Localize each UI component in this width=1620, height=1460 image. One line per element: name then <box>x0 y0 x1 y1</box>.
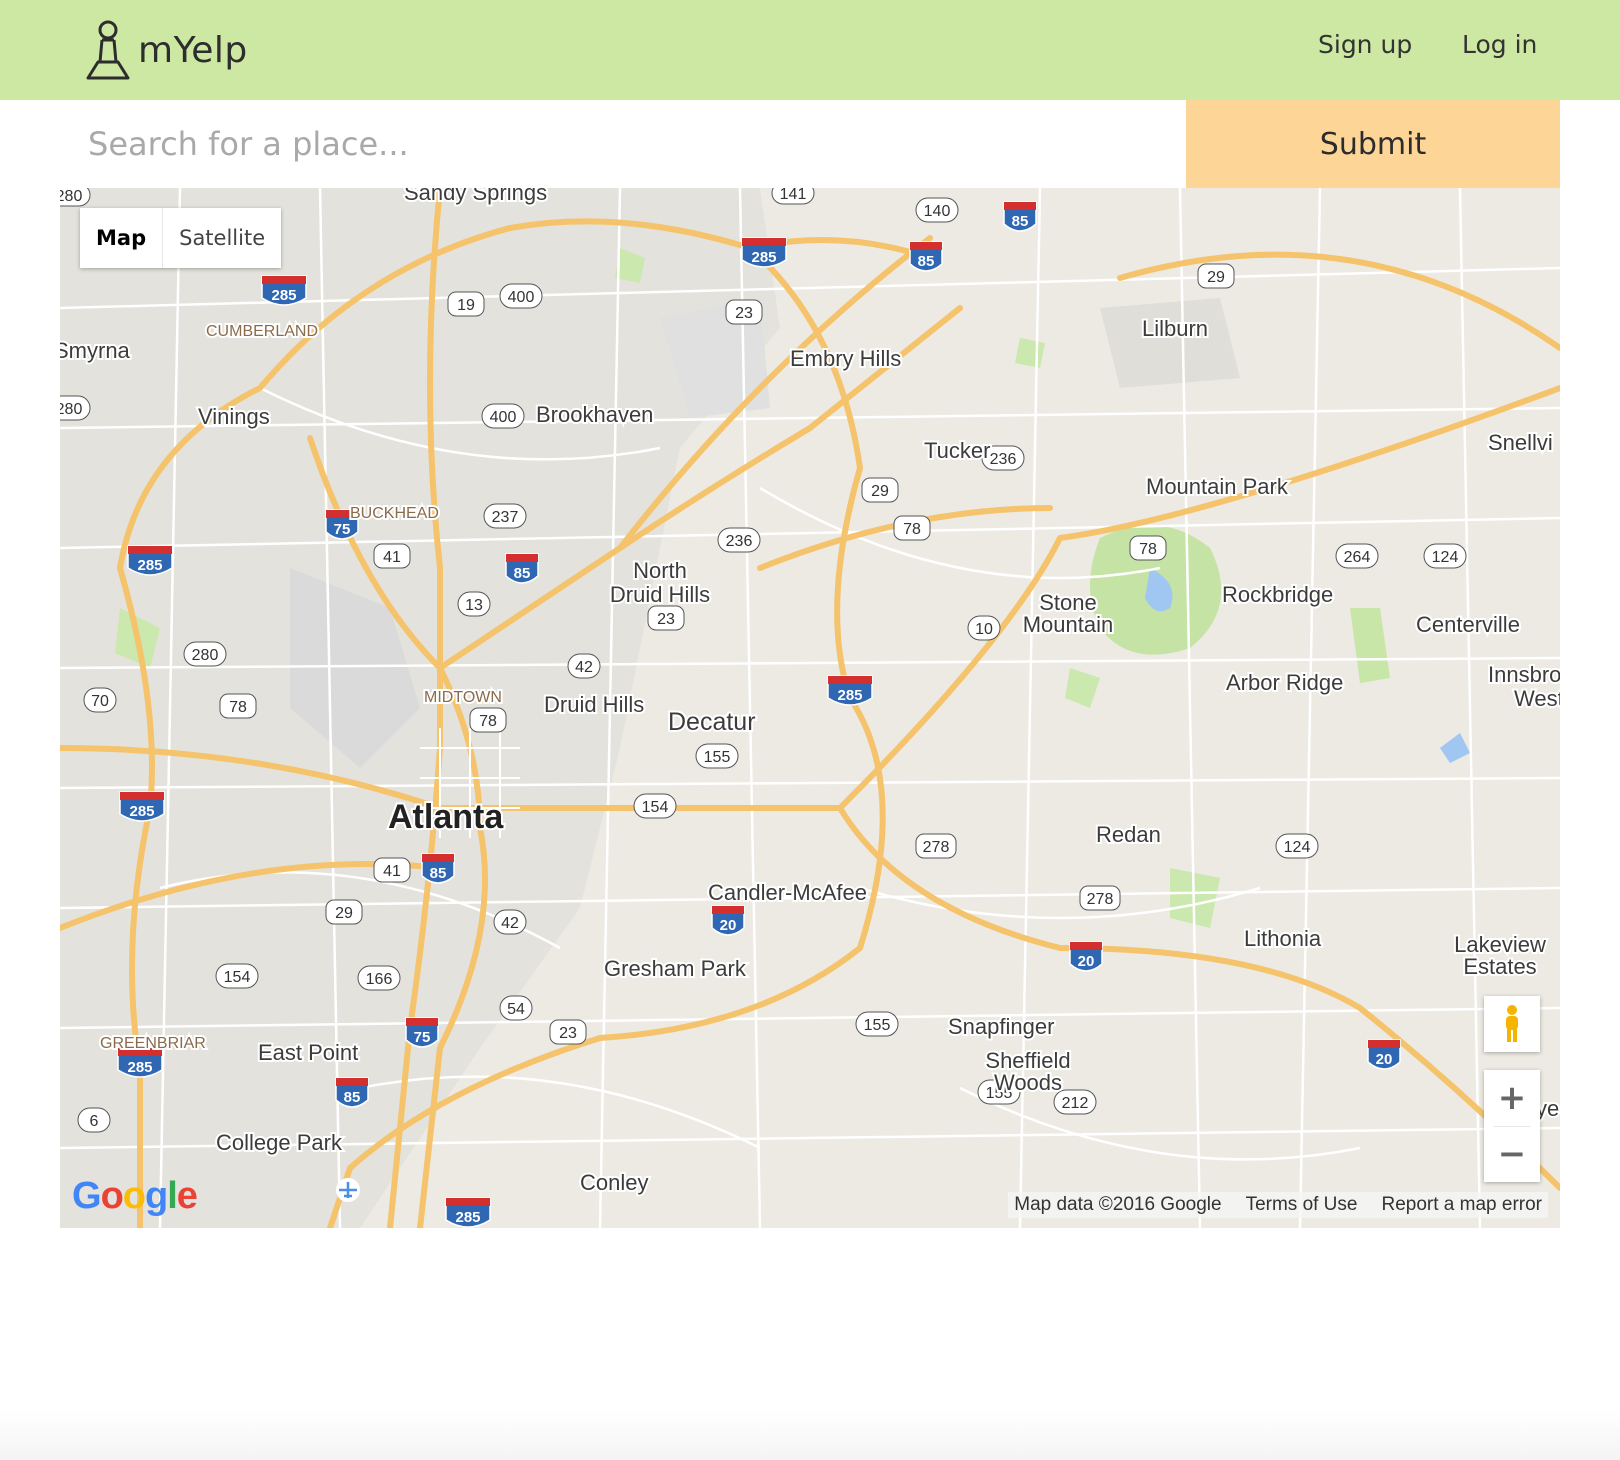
label-mountain-park: Mountain Park <box>1146 474 1289 499</box>
label-lithonia: Lithonia <box>1244 926 1322 951</box>
label-north-druid-hills-1: North <box>633 558 687 583</box>
label-lakeview-2: Estates <box>1463 954 1536 979</box>
report-map-error-link[interactable]: Report a map error <box>1381 1194 1542 1216</box>
map-type-control: Map Satellite <box>80 208 282 268</box>
label-innsbrook-2: West <box>1514 686 1560 711</box>
page-footer-shade <box>0 1410 1620 1460</box>
place-labels: Sandy Springs CUMBERLAND Smyrna Vinings … <box>60 188 1560 1202</box>
label-redan: Redan <box>1096 822 1161 847</box>
map-view[interactable]: 285 285 285 285 285 285 285 85 85 85 85 … <box>60 188 1560 1228</box>
person-pin-icon <box>86 20 130 80</box>
label-sheffield-2: Woods <box>994 1070 1062 1095</box>
label-tucker: Tucker <box>924 438 990 463</box>
search-bar: Submit <box>60 100 1560 188</box>
label-college-park: College Park <box>216 1130 343 1155</box>
airport-icon <box>336 1178 360 1202</box>
top-navbar: mYelp Sign up Log in <box>0 0 1620 100</box>
zoom-out-button[interactable]: − <box>1484 1126 1540 1182</box>
label-conley: Conley <box>580 1170 648 1195</box>
brand-logo-link[interactable]: mYelp <box>84 18 248 82</box>
label-north-druid-hills-2: Druid Hills <box>610 582 710 607</box>
zoom-control: + − <box>1484 1070 1540 1182</box>
submit-button[interactable]: Submit <box>1186 100 1560 188</box>
label-centerville: Centerville <box>1416 612 1520 637</box>
label-cumberland: CUMBERLAND <box>206 323 318 340</box>
label-decatur: Decatur <box>668 708 756 736</box>
label-candler-mcafee: Candler-McAfee <box>708 880 867 905</box>
label-innsbrook-1: Innsbro <box>1488 662 1560 687</box>
brand-name: mYelp <box>138 29 248 71</box>
label-druid-hills: Druid Hills <box>544 692 644 717</box>
sign-up-link[interactable]: Sign up <box>1318 30 1412 59</box>
map-attribution: Map data ©2016 Google Terms of Use Repor… <box>1008 1192 1548 1218</box>
label-greenbriar: GREENBRIAR <box>100 1035 206 1052</box>
street-view-pegman[interactable] <box>1484 996 1540 1052</box>
label-rockbridge: Rockbridge <box>1222 582 1333 607</box>
zoom-in-button[interactable]: + <box>1484 1070 1540 1126</box>
google-logo[interactable]: Google <box>72 1175 198 1218</box>
label-atlanta: Atlanta <box>388 798 504 836</box>
label-midtown: MIDTOWN <box>424 689 502 706</box>
label-stone-mountain-2: Mountain <box>1023 612 1114 637</box>
label-lilburn: Lilburn <box>1142 316 1208 341</box>
map-type-satellite-button[interactable]: Satellite <box>163 208 281 268</box>
label-smyrna: Smyrna <box>60 338 131 363</box>
label-buckhead: BUCKHEAD <box>350 505 439 522</box>
label-snapfinger: Snapfinger <box>948 1014 1054 1039</box>
map-type-map-button[interactable]: Map <box>80 208 164 268</box>
map-data-text: Map data ©2016 Google <box>1014 1194 1222 1215</box>
search-input[interactable] <box>60 100 1186 188</box>
label-east-point: East Point <box>258 1040 358 1065</box>
label-gresham-park: Gresham Park <box>604 956 747 981</box>
log-in-link[interactable]: Log in <box>1462 30 1537 59</box>
label-brookhaven: Brookhaven <box>536 402 653 427</box>
label-sandy-springs: Sandy Springs <box>404 188 547 205</box>
label-snellville: Snellvi <box>1488 430 1553 455</box>
pegman-icon <box>1506 1005 1518 1042</box>
terms-of-use-link[interactable]: Terms of Use <box>1246 1194 1358 1216</box>
label-arbor-ridge: Arbor Ridge <box>1226 670 1343 695</box>
label-embry-hills: Embry Hills <box>790 346 901 371</box>
label-vinings: Vinings <box>198 404 270 429</box>
